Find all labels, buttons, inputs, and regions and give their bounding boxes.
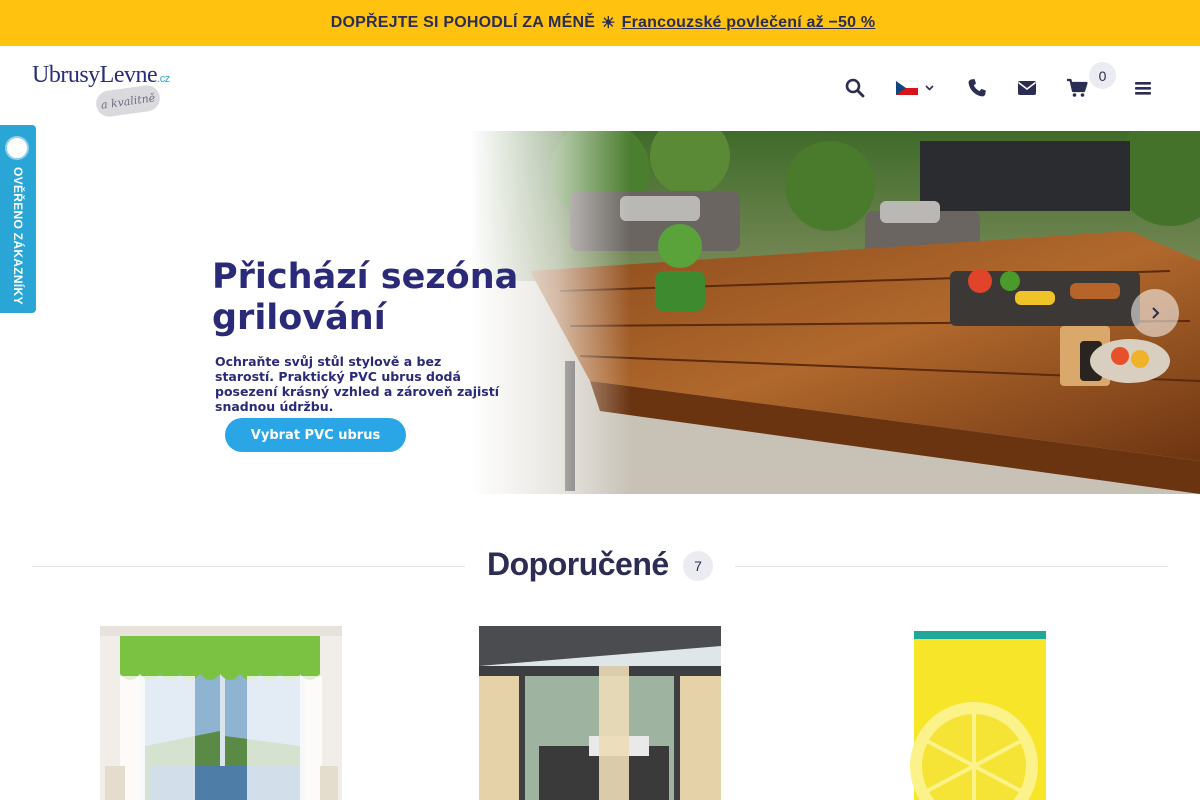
envelope-icon[interactable] bbox=[1015, 76, 1039, 100]
section-title: Doporučené bbox=[487, 546, 669, 582]
choose-pvc-tablecloth-button[interactable]: Vybrat PVC ubrus bbox=[225, 418, 406, 452]
cart-icon[interactable] bbox=[1065, 76, 1089, 100]
cart-count-badge: 0 bbox=[1089, 62, 1116, 89]
hero-subtitle: Ochraňte svůj stůl stylově a bez starost… bbox=[215, 354, 499, 414]
promo-bar: DOPŘEJTE SI POHODLÍ ZA MÉNĚ ☀ Francouzsk… bbox=[0, 0, 1200, 46]
product-card[interactable] bbox=[100, 626, 342, 800]
site-header: UbrusyLevne.cz a kvalitně 0 bbox=[0, 46, 1200, 131]
heureka-badge-icon bbox=[5, 136, 29, 160]
divider bbox=[735, 566, 1168, 567]
chevron-down-icon bbox=[925, 85, 934, 91]
menu-icon[interactable] bbox=[1131, 76, 1155, 100]
phone-icon[interactable] bbox=[965, 76, 989, 100]
verified-customers-widget[interactable]: OVĚŘENO ZÁKAZNÍKY bbox=[0, 125, 36, 313]
promo-text: DOPŘEJTE SI POHODLÍ ZA MÉNĚ bbox=[330, 14, 596, 31]
hero-image bbox=[470, 131, 1200, 494]
verified-customers-label: OVĚŘENO ZÁKAZNÍKY bbox=[11, 167, 25, 305]
hero-banner: Přichází sezóna grilování Ochraňte svůj … bbox=[0, 131, 1200, 494]
product-card[interactable] bbox=[479, 626, 721, 800]
czech-flag-icon bbox=[895, 80, 919, 95]
search-icon[interactable] bbox=[843, 76, 867, 100]
language-selector[interactable] bbox=[895, 76, 937, 100]
product-card[interactable] bbox=[864, 626, 1106, 800]
sun-icon: ☀ bbox=[601, 15, 616, 32]
product-image bbox=[479, 626, 721, 800]
chevron-right-icon bbox=[1152, 307, 1160, 319]
product-image bbox=[864, 626, 1106, 800]
carousel-next-button[interactable] bbox=[1131, 289, 1179, 337]
product-image bbox=[100, 626, 342, 800]
promo-link[interactable]: Francouzské povlečení až −50 % bbox=[622, 14, 876, 32]
hero-title: Přichází sezóna grilování bbox=[212, 257, 519, 338]
logo[interactable]: UbrusyLevne.cz a kvalitně bbox=[32, 62, 170, 119]
divider bbox=[32, 566, 465, 567]
section-count-badge: 7 bbox=[683, 551, 713, 581]
